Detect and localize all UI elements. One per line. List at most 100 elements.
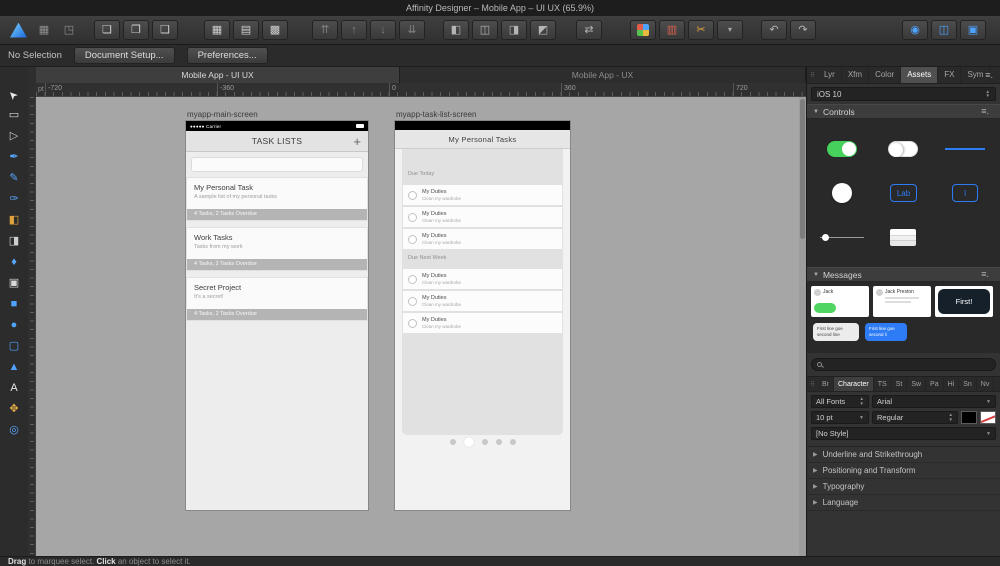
asset-keyboard-icon[interactable] xyxy=(890,228,917,246)
color-format-button[interactable]: ▥ xyxy=(659,20,685,40)
artboard-tool[interactable]: ▭ xyxy=(2,105,26,126)
tool-options-button[interactable]: ▾ xyxy=(717,20,743,40)
align-center-button[interactable]: ◫ xyxy=(472,20,498,40)
scrollbar-thumb[interactable] xyxy=(800,99,805,239)
preview-mode-button[interactable]: ▣ xyxy=(960,20,986,40)
asset-slider[interactable] xyxy=(819,232,864,242)
messages-section-header[interactable]: Messages xyxy=(807,267,1000,282)
asset-toggle-off[interactable] xyxy=(888,141,919,157)
character-panel-tab[interactable]: St xyxy=(892,377,908,391)
stepper-icon[interactable] xyxy=(986,90,990,99)
character-section-row[interactable]: Positioning and Transform xyxy=(807,463,1000,479)
vector-crop-button[interactable]: ✂ xyxy=(688,20,714,40)
transform-button[interactable]: ⇄ xyxy=(576,20,602,40)
vector-crop-tool[interactable]: ▣ xyxy=(2,273,26,294)
character-panel-tab[interactable]: TS xyxy=(874,377,892,391)
snapping-options-button[interactable]: ▩ xyxy=(262,20,288,40)
text-color-swatch[interactable] xyxy=(961,411,977,424)
distribute-button[interactable]: ◩ xyxy=(530,20,556,40)
section-menu-icon[interactable] xyxy=(976,105,994,118)
doc-tab-mobile-app-ux[interactable]: Mobile App - UX xyxy=(400,67,806,83)
pixel-persona-button[interactable]: ▦ xyxy=(33,20,55,40)
stroke-none-swatch[interactable] xyxy=(980,411,996,424)
asset-category-select[interactable]: iOS 10 xyxy=(811,87,996,101)
artboard-myapp-task-list-screen[interactable]: myapp-task-list-screen My Personal Tasks… xyxy=(395,110,570,510)
asset-separator-line[interactable] xyxy=(945,148,986,150)
vector-brush-tool[interactable]: ✑ xyxy=(2,189,26,210)
zoom-options-button[interactable]: ◉ xyxy=(902,20,928,40)
asset-chat-blue-bubble[interactable]: First line goe second li xyxy=(865,323,907,341)
artboard-label[interactable]: myapp-main-screen xyxy=(187,110,258,119)
vertical-ruler[interactable] xyxy=(28,97,36,556)
character-section-row[interactable]: Language xyxy=(807,495,1000,511)
asset-chat-green-bubble[interactable]: Jack xyxy=(811,286,869,317)
character-section-row[interactable]: Typography xyxy=(807,479,1000,495)
canvas-vertical-scrollbar[interactable] xyxy=(799,97,806,556)
studio-tab[interactable]: Color xyxy=(869,67,902,83)
document-setup-button[interactable]: Document Setup... xyxy=(73,47,175,64)
character-panel-tab[interactable]: Br xyxy=(818,377,834,391)
character-section-row[interactable]: Underline and Strikethrough xyxy=(807,447,1000,463)
node-tool[interactable]: ▷ xyxy=(2,126,26,147)
asset-chat-contact-row[interactable]: Jack Preston xyxy=(873,286,931,317)
split-view-button[interactable]: ◫ xyxy=(931,20,957,40)
align-right-button[interactable]: ◨ xyxy=(501,20,527,40)
asset-chat-dark-bubble[interactable]: First! xyxy=(935,286,993,317)
asset-toggle-on[interactable] xyxy=(826,141,857,157)
view-tool[interactable]: ✥ xyxy=(2,399,26,420)
artboard-myapp-main-screen[interactable]: myapp-main-screen ●●●●● Carrier TASK LIS… xyxy=(186,110,368,510)
character-panel-tab[interactable]: Character xyxy=(834,377,874,391)
ellipse-tool[interactable]: ● xyxy=(2,315,26,336)
artboard-label[interactable]: myapp-task-list-screen xyxy=(396,110,476,119)
font-weight-select[interactable]: Regular xyxy=(872,411,958,424)
transparency-tool[interactable]: ◨ xyxy=(2,231,26,252)
character-panel-tab[interactable]: Sw xyxy=(907,377,927,391)
artistic-text-tool[interactable]: A xyxy=(2,378,26,399)
export-persona-button[interactable]: ◳ xyxy=(58,20,80,40)
studio-tab[interactable]: Assets xyxy=(901,67,939,83)
pen-tool[interactable]: ✒ xyxy=(2,147,26,168)
asset-chat-light-bubble[interactable]: First line goe second line xyxy=(813,323,859,341)
section-menu-icon[interactable] xyxy=(976,268,994,281)
font-family-select[interactable]: Arial xyxy=(872,395,996,408)
asset-slider-knob[interactable] xyxy=(831,183,852,203)
move-to-front-button[interactable]: ⇈ xyxy=(312,20,338,40)
studio-tab[interactable]: Lyr xyxy=(818,67,842,83)
font-size-select[interactable]: 10 pt xyxy=(811,411,869,424)
fill-tool[interactable]: ◧ xyxy=(2,210,26,231)
undo-button[interactable]: ↶ xyxy=(761,20,787,40)
studio-tab[interactable]: FX xyxy=(938,67,962,83)
stepper-down-icon[interactable] xyxy=(986,94,990,99)
move-backward-button[interactable]: ↓ xyxy=(370,20,396,40)
insert-inside-button[interactable]: ❏ xyxy=(94,20,120,40)
colour-picker-tool[interactable]: ♦ xyxy=(2,252,26,273)
character-panel-tab[interactable]: Sn xyxy=(959,377,977,391)
affinity-designer-logo-icon[interactable] xyxy=(10,22,27,38)
preferences-button[interactable]: Preferences... xyxy=(186,47,268,64)
character-panel-tab[interactable]: Pa xyxy=(926,377,944,391)
redo-button[interactable]: ↷ xyxy=(790,20,816,40)
align-left-button[interactable]: ◧ xyxy=(443,20,469,40)
horizontal-ruler[interactable]: pt -720 -360 0 360 720 xyxy=(36,83,806,97)
triangle-tool[interactable]: ▲ xyxy=(2,357,26,378)
panel-menu-icon[interactable] xyxy=(980,67,998,83)
snapping-button[interactable]: ▤ xyxy=(233,20,259,40)
assets-search-field[interactable] xyxy=(811,358,996,371)
panel-drag-grip-icon[interactable] xyxy=(807,67,818,83)
pencil-tool[interactable]: ✎ xyxy=(2,168,26,189)
controls-section-header[interactable]: Controls xyxy=(807,104,1000,119)
studio-tab[interactable]: Xfm xyxy=(842,67,870,83)
character-panel-tab[interactable]: Hi xyxy=(944,377,960,391)
rectangle-tool[interactable]: ■ xyxy=(2,294,26,315)
move-to-back-button[interactable]: ⇊ xyxy=(399,20,425,40)
asset-label-button[interactable]: Lab xyxy=(889,184,918,202)
doc-tab-mobile-app-ui-ux[interactable]: Mobile App - UI UX xyxy=(36,67,400,83)
move-tool[interactable]: ➤ xyxy=(2,84,26,105)
insert-behind-button[interactable]: ❐ xyxy=(123,20,149,40)
text-style-select[interactable]: [No Style] xyxy=(811,427,996,440)
character-panel-tab[interactable]: Nv xyxy=(977,377,995,391)
asset-input-button[interactable]: I xyxy=(952,184,979,202)
move-forward-button[interactable]: ↑ xyxy=(341,20,367,40)
rounded-rectangle-tool[interactable]: ▢ xyxy=(2,336,26,357)
replace-selection-button[interactable]: ❑ xyxy=(152,20,178,40)
